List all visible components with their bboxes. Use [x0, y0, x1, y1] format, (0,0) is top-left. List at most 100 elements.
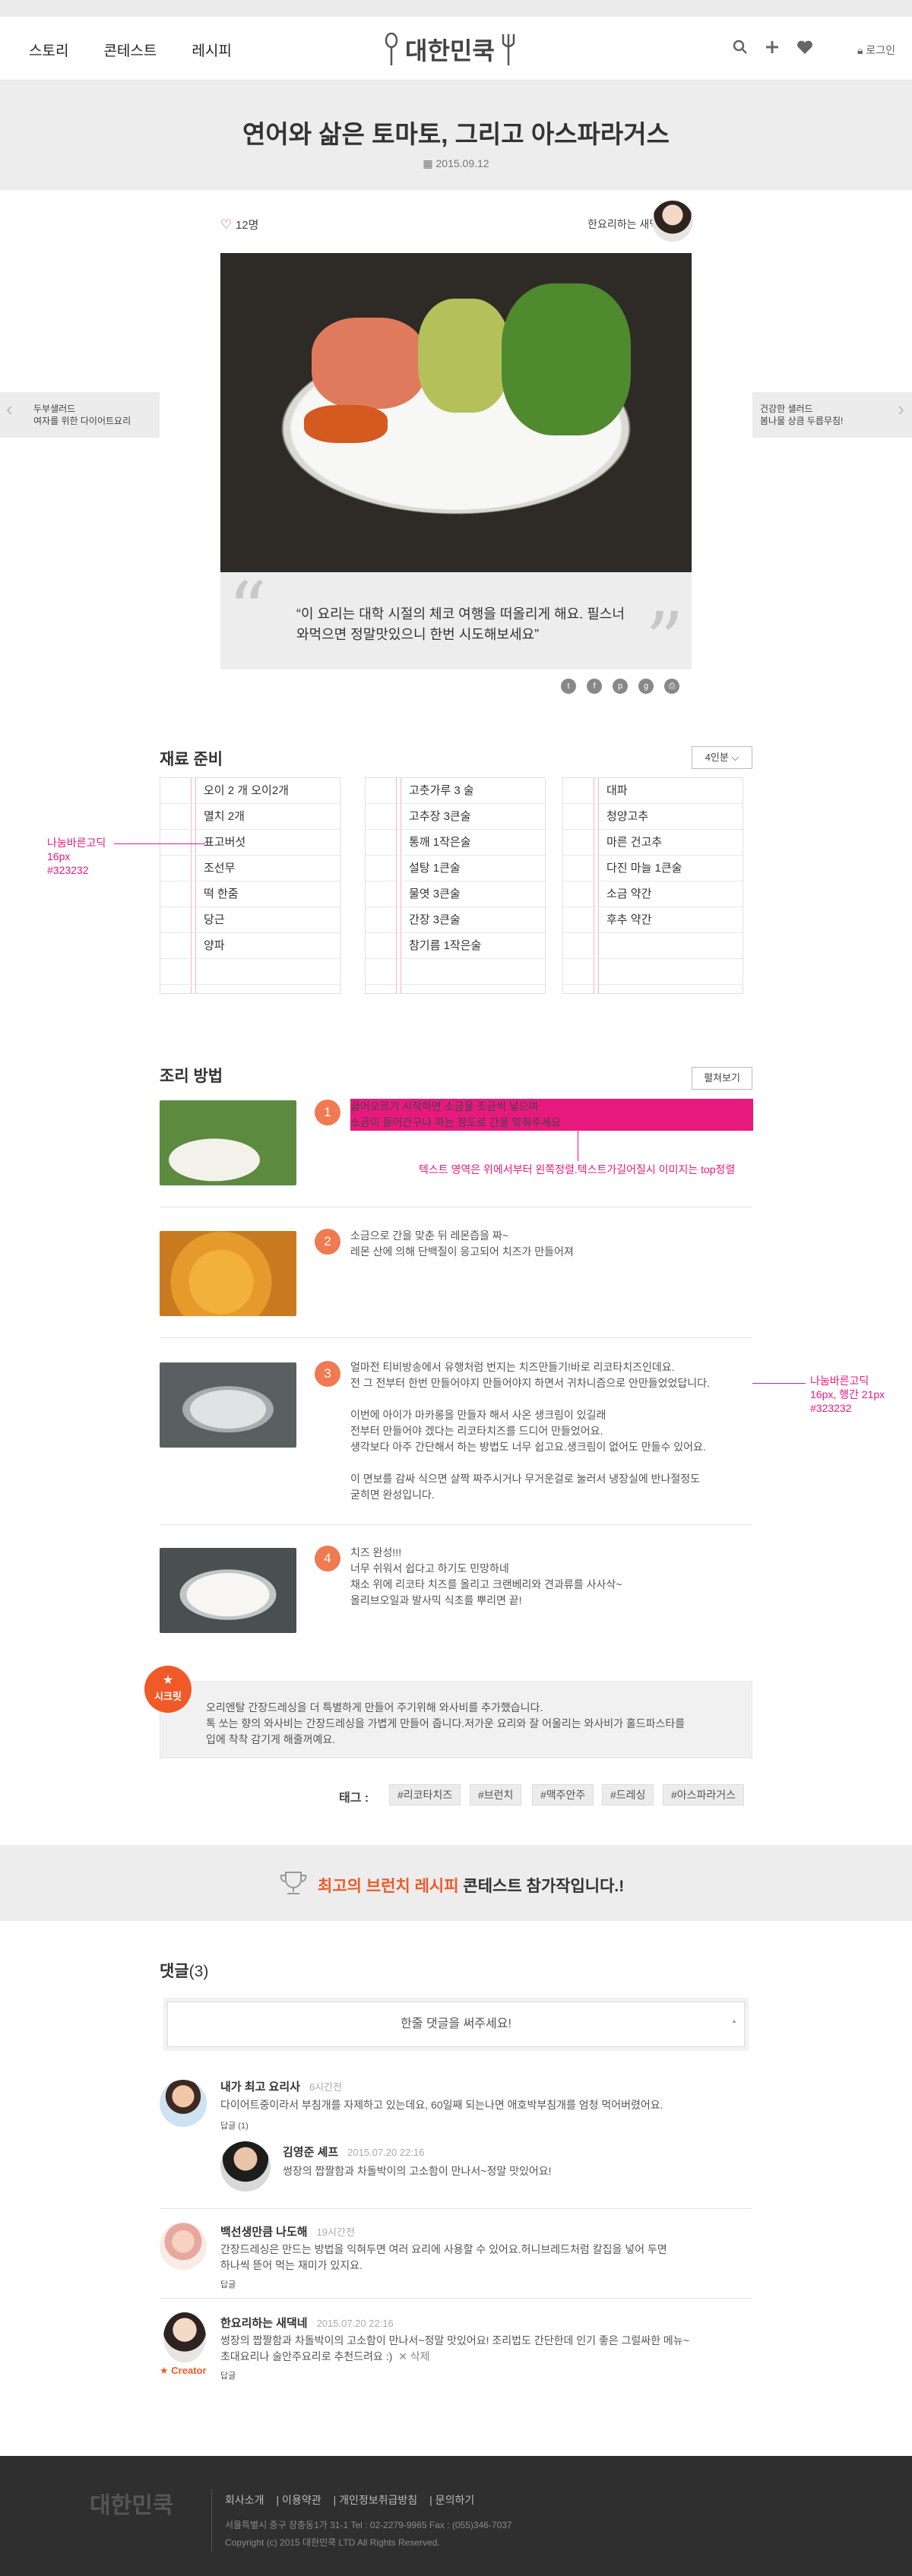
- footer-link-contact[interactable]: | 문의하기: [429, 2492, 474, 2508]
- tag-item[interactable]: #리코타치즈: [389, 1784, 461, 1805]
- prev-post-title: 두부샐러드: [33, 403, 76, 414]
- zucchini-shape: [418, 299, 509, 413]
- tip-line: 톡 쏘는 향의 와사비는 간장드레싱을 가볍게 만들어 줍니다.저가운 요리와 …: [206, 1717, 686, 1729]
- reply-link[interactable]: 답글: [220, 2278, 236, 2290]
- star-icon: ★: [162, 1674, 174, 1687]
- secret-tip-box: 오리엔탈 간장드레싱을 더 특별하게 만들어 주기위해 와사비를 추가했습니다.…: [160, 1681, 752, 1758]
- step-1-image: [160, 1100, 296, 1185]
- nav-contest[interactable]: 콘테스트: [103, 40, 157, 60]
- like-count[interactable]: ♡ 12명: [220, 217, 258, 233]
- tag-item[interactable]: #브런치: [470, 1784, 522, 1805]
- step-line: 치즈 완성!!!: [350, 1546, 402, 1559]
- footer-link-terms[interactable]: | 이용약관: [277, 2492, 321, 2508]
- ingredient: 소금 약간: [606, 888, 652, 900]
- ingredient: 조선무: [204, 862, 236, 875]
- comment-time: 19시간전: [316, 2226, 355, 2238]
- footer-link-privacy[interactable]: | 개인정보취급방침: [334, 2492, 418, 2508]
- ingredient: 청양고추: [606, 810, 649, 823]
- footer-logo[interactable]: 대한민쿡: [90, 2486, 173, 2520]
- footer-link-about[interactable]: 회사소개: [225, 2492, 264, 2508]
- divider: [160, 2208, 752, 2209]
- open-quote-icon: “: [228, 565, 268, 654]
- step-line: 레몬 산에 의해 단백질이 응고되어 치즈가 만들어져: [350, 1245, 574, 1258]
- print-icon[interactable]: ⎙: [664, 679, 679, 694]
- comment-author[interactable]: 한요리하는 새댁네 2015.07.20 22:16: [220, 2315, 394, 2331]
- chevron-right-icon: ›: [898, 397, 904, 420]
- pinterest-icon[interactable]: p: [613, 679, 628, 694]
- secret-badge: ★ 시크릿: [144, 1666, 192, 1713]
- comment-author[interactable]: 김영준 셰프 2015.07.20 22:16: [283, 2144, 424, 2160]
- star-icon: ★: [160, 2365, 172, 2376]
- nav-story[interactable]: 스토리: [29, 40, 68, 60]
- step-line: 얼마전 티비방송에서 유행처럼 번지는 치즈만들기!바로 리코타치즈인데요.: [350, 1361, 675, 1373]
- ingredient: 물엿 3큰술: [409, 888, 461, 900]
- quote-box: “ “이 요리는 대학 시절의 체코 여행을 떠올리게 해요. 필스너와먹으면 …: [220, 565, 692, 679]
- step-line: 소금이 들어간구나 하는 정도로 간을 맞춰주세요: [350, 1116, 562, 1128]
- prev-post-button[interactable]: ‹ 두부샐러드 여자를 위한 다이어트요리: [0, 392, 160, 438]
- expand-button[interactable]: 펼쳐보기: [692, 1067, 752, 1090]
- tags-label: 태그 :: [339, 1792, 369, 1805]
- nav-recipe[interactable]: 레시피: [192, 40, 231, 60]
- step-line: 생각보다 아주 간단해서 하는 방법도 너무 쉽고요.생크림이 없어도 만들수 …: [350, 1441, 706, 1453]
- comments-title-text: 댓글: [160, 1963, 189, 1980]
- contest-banner[interactable]: 최고의 브런치 레시피 콘테스트 참가작입니다.!: [0, 1845, 912, 1921]
- footer-copyright: Copyright (c) 2015 대한민쿡 LTD All Rights R…: [225, 2537, 440, 2548]
- comment-author[interactable]: 내가 최고 요리사 6시간전: [220, 2078, 342, 2094]
- tip-line: 오리엔탈 간장드레싱을 더 특별하게 만들어 주기위해 와사비를 추가했습니다.: [206, 1701, 543, 1714]
- chevron-left-icon: ‹: [6, 397, 13, 420]
- heart-icon[interactable]: [796, 40, 813, 55]
- login-label: 로그인: [866, 44, 895, 56]
- divider: [160, 2298, 752, 2299]
- comment-author[interactable]: 백선생만큼 나도해 19시간전: [220, 2223, 355, 2239]
- reply-link[interactable]: 답글 (1): [220, 2119, 249, 2131]
- ingredient: 간장 3큰술: [409, 913, 461, 926]
- site-logo[interactable]: 대한민쿡: [384, 32, 516, 67]
- plus-icon[interactable]: [765, 40, 780, 55]
- next-post-button[interactable]: 건강한 샐러드 봄나물 상큼 두릅무침! ›: [752, 392, 912, 438]
- search-icon[interactable]: [733, 40, 748, 55]
- next-post-title: 건강한 샐러드: [760, 403, 813, 414]
- site-footer: 대한민쿡 회사소개 | 이용약관 | 개인정보취급방침 | 문의하기 서울특별시…: [0, 2456, 912, 2576]
- font-annotation-steps: 나눔바른고딕 16px, 행간 21px #323232: [810, 1374, 885, 1415]
- ingredients-col-1: 오이 2 개 오이2개 멸치 2개 표고버섯 조선무 떡 한줌 당근 양파: [160, 777, 340, 994]
- header-icons: [733, 40, 813, 55]
- commenter-avatar[interactable]: [163, 2312, 206, 2362]
- author-avatar[interactable]: [652, 201, 693, 242]
- contest-rest: 콘테스트 참가작입니다.!: [458, 1878, 625, 1895]
- step-line: 이 면보를 감싸 식으면 살짝 짜주시거나 무거운걸로 눌러서 냉장실에 반나절…: [350, 1473, 701, 1485]
- annotation-leader-1: [114, 843, 205, 844]
- google-plus-icon[interactable]: g: [638, 679, 654, 694]
- commenter-avatar[interactable]: [160, 2223, 207, 2270]
- ingredient: 후추 약간: [606, 913, 652, 926]
- logo-text: 대한민쿡: [405, 37, 495, 65]
- post-date: ▦ 2015.09.12: [0, 157, 912, 170]
- login-link[interactable]: 🔒︎ 로그인: [857, 43, 895, 58]
- reply-link[interactable]: 답글: [220, 2369, 236, 2381]
- commenter-avatar[interactable]: [220, 2141, 271, 2191]
- tomato-shape: [304, 405, 388, 443]
- step-3-number: 3: [315, 1361, 340, 1387]
- step-4-text: 치즈 완성!!! 너무 쉬워서 쉽다고 하기도 민망하네 채소 위에 리코타 치…: [350, 1545, 753, 1609]
- tag-item[interactable]: #드레싱: [602, 1784, 654, 1805]
- commenter-avatar[interactable]: [160, 2080, 207, 2127]
- step-2-number: 2: [315, 1229, 340, 1255]
- step-3-image: [160, 1362, 296, 1448]
- twitter-icon[interactable]: t: [561, 679, 576, 694]
- ingredient: 고추장 3큰술: [409, 810, 471, 823]
- delete-comment-button[interactable]: ✕ 삭제: [398, 2350, 429, 2362]
- tag-item[interactable]: #맥주안주: [532, 1784, 594, 1805]
- tag-item[interactable]: #아스파라거스: [663, 1784, 745, 1805]
- divider: [160, 1524, 752, 1525]
- comment-author-name: 백선생만큼 나도해: [220, 2226, 308, 2239]
- comment-line: 하나씩 뜯어 먹는 재미가 있지요.: [220, 2259, 363, 2271]
- ingredient: 통깨 1작은술: [409, 836, 471, 849]
- comment-input[interactable]: 한줄 댓글을 써주세요!: [167, 2002, 745, 2047]
- servings-select[interactable]: 4인분 ⌵: [692, 746, 752, 769]
- text-align-annotation: 텍스트 영역은 위에서부터 왼쪽정렬.텍스트가길어질시 이미지는 top정렬: [419, 1163, 736, 1176]
- prev-post-sub: 여자를 위한 다이어트요리: [33, 416, 131, 426]
- comment-text: 간장드레싱은 만드는 방법을 익혀두면 여러 요리에 사용할 수 있어요.허니브…: [220, 2242, 667, 2274]
- facebook-icon[interactable]: f: [587, 679, 602, 694]
- quote-text: “이 요리는 대학 시절의 체코 여행을 떠올리게 해요. 필스너와먹으면 정말…: [296, 606, 625, 642]
- secret-badge-label: 시크릿: [154, 1691, 182, 1702]
- next-post-sub: 봄나물 상큼 두릅무침!: [760, 416, 844, 426]
